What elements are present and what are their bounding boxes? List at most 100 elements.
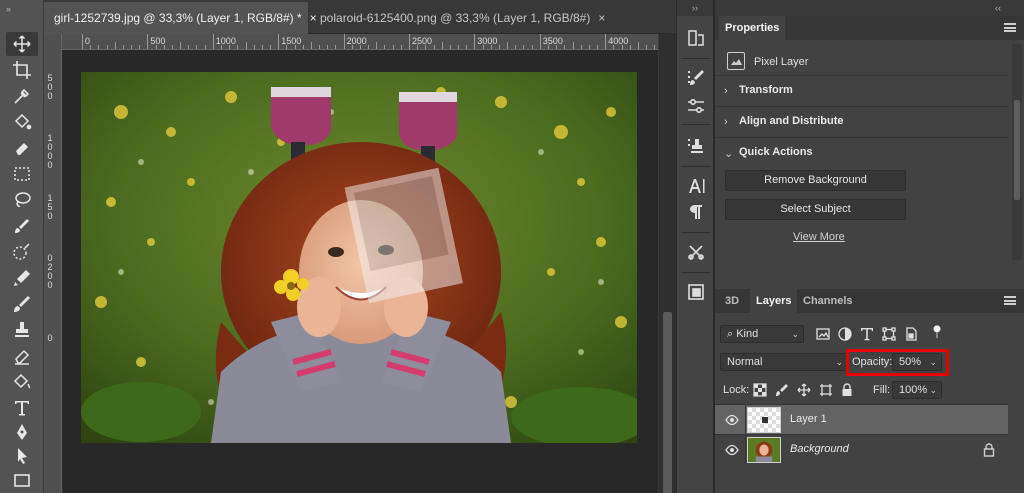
ruler-minor-tick bbox=[286, 45, 288, 49]
layer-name[interactable]: Background bbox=[790, 443, 849, 455]
adjustments-icon[interactable] bbox=[684, 94, 708, 118]
tab-layers[interactable]: Layers bbox=[750, 289, 798, 313]
color-replacement-tool-icon[interactable] bbox=[6, 266, 38, 290]
document-tab-polaroid[interactable]: polaroid-6125400.png @ 33,3% (Layer 1, R… bbox=[310, 2, 605, 34]
crop-tool-icon[interactable] bbox=[6, 58, 38, 82]
pen-tool-icon[interactable] bbox=[6, 420, 38, 444]
move-tool-icon[interactable] bbox=[6, 32, 38, 56]
ruler-minor-tick bbox=[155, 45, 157, 49]
ruler-minor-tick bbox=[220, 45, 222, 49]
rectangle-tool-icon[interactable] bbox=[6, 468, 38, 492]
tool-presets-icon[interactable] bbox=[684, 240, 708, 264]
panel-icon-strip: ›› bbox=[676, 0, 714, 493]
layer-row-layer-1[interactable]: Layer 1 bbox=[715, 404, 1008, 435]
layer-name[interactable]: Layer 1 bbox=[790, 413, 827, 425]
tab-channels[interactable]: Channels bbox=[797, 289, 859, 313]
brush-tool-2-icon[interactable] bbox=[6, 292, 38, 316]
vertical-ruler-label: 0 bbox=[47, 280, 53, 290]
clone-stamp-tool-icon[interactable] bbox=[6, 318, 38, 342]
document-image[interactable] bbox=[81, 72, 637, 443]
ruler-minor-tick bbox=[245, 42, 247, 49]
marquee-tool-icon[interactable] bbox=[6, 162, 38, 186]
ruler-minor-tick bbox=[270, 45, 272, 49]
ruler-minor-tick bbox=[547, 45, 549, 49]
view-more-link[interactable]: View More bbox=[793, 231, 845, 243]
ruler-minor-tick bbox=[441, 42, 443, 49]
ruler-tick bbox=[82, 34, 83, 49]
ruler-minor-tick bbox=[204, 45, 206, 49]
ruler-minor-tick bbox=[572, 42, 574, 49]
ruler-tick bbox=[212, 34, 214, 49]
tab-3d[interactable]: 3D bbox=[719, 289, 745, 313]
transform-section[interactable]: › Transform bbox=[715, 75, 1008, 105]
lasso-tool-icon[interactable] bbox=[6, 188, 38, 212]
ruler-minor-tick bbox=[646, 45, 648, 49]
brush-settings-icon[interactable] bbox=[684, 66, 708, 90]
document-tab-girl[interactable]: girl-1252739.jpg @ 33,3% (Layer 1, RGB/8… bbox=[44, 2, 317, 34]
document-tab-label: polaroid-6125400.png @ 33,3% (Layer 1, R… bbox=[320, 11, 591, 25]
ruler-minor-tick bbox=[588, 45, 590, 49]
eyedropper-tool-icon[interactable] bbox=[6, 84, 38, 108]
brush-tool-icon[interactable] bbox=[6, 214, 38, 238]
blend-mode-value: Normal bbox=[727, 356, 763, 368]
lock-all-icon[interactable] bbox=[839, 382, 855, 398]
quick-actions-section[interactable]: ⌄ Quick Actions bbox=[715, 137, 1008, 167]
filter-pixel-icon[interactable] bbox=[815, 326, 831, 342]
scrollbar-thumb[interactable] bbox=[663, 312, 672, 493]
properties-panel-menu-icon[interactable] bbox=[1004, 23, 1016, 32]
path-selection-tool-icon[interactable] bbox=[6, 444, 38, 468]
layers-tab-bar: 3D Layers Channels bbox=[715, 289, 1024, 313]
eraser-tool-icon[interactable] bbox=[6, 136, 38, 160]
filter-toggle-icon[interactable] bbox=[929, 324, 945, 340]
visibility-eye-icon[interactable] bbox=[725, 443, 739, 457]
filter-shape-icon[interactable] bbox=[881, 326, 897, 342]
ruler-minor-tick bbox=[556, 45, 558, 49]
close-tab-icon[interactable]: × bbox=[598, 2, 605, 34]
filter-type-icon[interactable] bbox=[859, 326, 875, 342]
blend-mode-select[interactable]: Normal ⌄ bbox=[720, 353, 848, 371]
properties-scrollbar[interactable] bbox=[1012, 44, 1022, 260]
layer-row-background[interactable]: Background bbox=[715, 434, 1008, 465]
canvas-vertical-scrollbar[interactable] bbox=[658, 34, 676, 493]
ruler-minor-tick bbox=[90, 45, 92, 49]
quick-selection-tool-icon[interactable] bbox=[6, 240, 38, 264]
history-icon[interactable] bbox=[684, 26, 708, 50]
lock-artboard-icon[interactable] bbox=[818, 382, 834, 398]
ruler-minor-tick bbox=[564, 45, 566, 49]
layer-content-preview bbox=[762, 417, 768, 423]
strip-collapse-grip[interactable]: ›› bbox=[677, 0, 713, 16]
filter-kind-select[interactable]: ⌕ Kind ⌄ bbox=[720, 325, 804, 343]
libraries-icon[interactable] bbox=[684, 280, 708, 304]
ruler-label: 1500 bbox=[281, 36, 302, 46]
type-tool-icon[interactable] bbox=[6, 396, 38, 420]
toolbar-collapse-grip[interactable]: ›› bbox=[6, 4, 36, 14]
clone-source-icon[interactable] bbox=[684, 134, 708, 158]
layers-panel-menu-icon[interactable] bbox=[1004, 296, 1016, 305]
fill-input[interactable]: 100% ⌄ bbox=[892, 381, 942, 399]
align-distribute-section[interactable]: › Align and Distribute bbox=[715, 106, 1008, 136]
lock-transparent-pixels-icon[interactable] bbox=[752, 382, 768, 398]
paragraph-panel-icon[interactable] bbox=[684, 200, 708, 224]
scrollbar-thumb[interactable] bbox=[1014, 100, 1020, 200]
character-panel-icon[interactable] bbox=[684, 174, 708, 198]
visibility-eye-icon[interactable] bbox=[725, 413, 739, 427]
ruler-label: 2000 bbox=[346, 36, 367, 46]
lock-position-icon[interactable] bbox=[796, 382, 812, 398]
ruler-minor-tick bbox=[139, 45, 141, 49]
tab-properties[interactable]: Properties bbox=[719, 16, 786, 40]
kind-value: Kind bbox=[736, 328, 759, 340]
ruler-label: 1000 bbox=[215, 36, 236, 46]
remove-background-button[interactable]: Remove Background bbox=[725, 170, 906, 191]
select-subject-button[interactable]: Select Subject bbox=[725, 199, 906, 220]
ruler-minor-tick bbox=[319, 45, 321, 49]
eraser-tool-2-icon[interactable] bbox=[6, 344, 38, 368]
ruler-minor-tick bbox=[261, 45, 263, 49]
paint-bucket-tool-2-icon[interactable] bbox=[6, 370, 38, 394]
filter-smart-object-icon[interactable] bbox=[903, 326, 919, 342]
chevron-down-icon: ⌄ bbox=[835, 357, 843, 367]
paint-bucket-tool-icon[interactable] bbox=[6, 110, 38, 134]
filter-adjustment-icon[interactable] bbox=[837, 326, 853, 342]
ruler-minor-tick bbox=[458, 45, 460, 49]
lock-image-pixels-icon[interactable] bbox=[774, 382, 790, 398]
panels-collapse-grip[interactable]: ‹‹ bbox=[715, 0, 1024, 16]
